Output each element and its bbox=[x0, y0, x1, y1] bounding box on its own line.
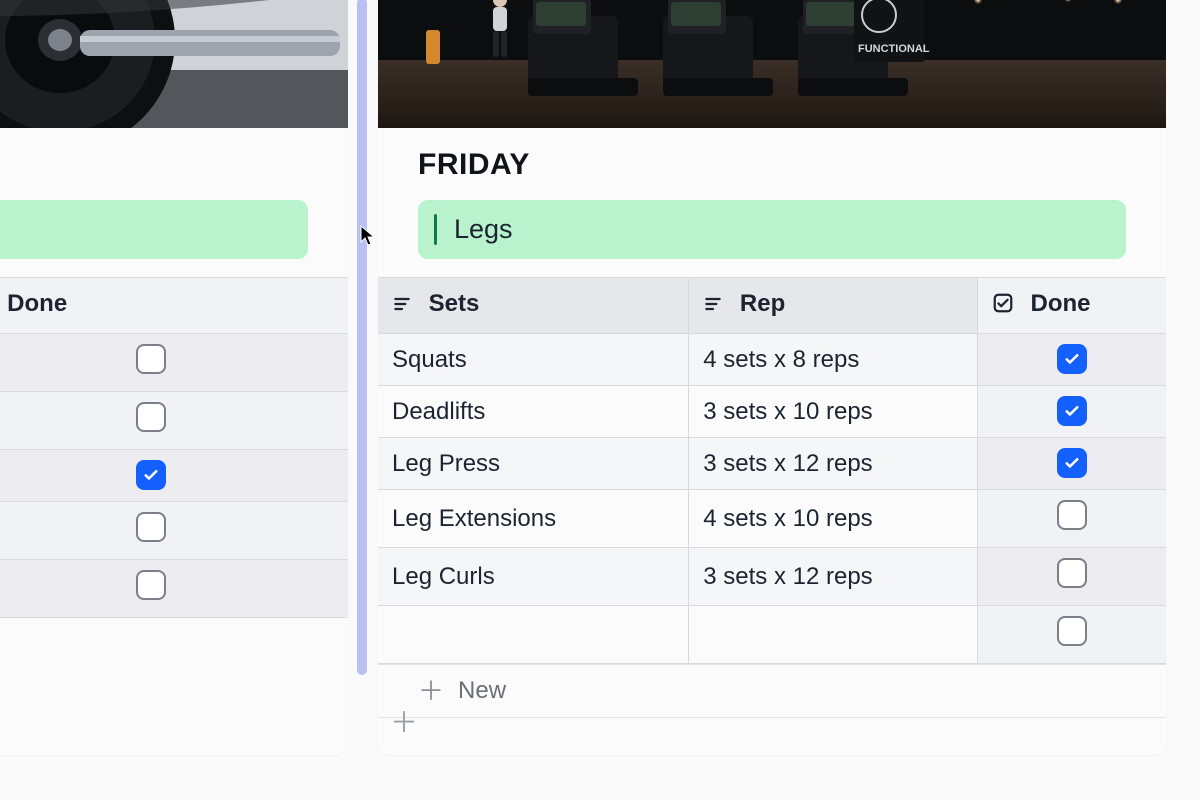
routine-pill[interactable] bbox=[0, 200, 308, 259]
done-checkbox[interactable] bbox=[136, 570, 166, 600]
done-checkbox[interactable] bbox=[1057, 500, 1087, 530]
column-header-label: Rep bbox=[740, 290, 785, 317]
workout-card-friday: FUNCTIONAL E N FRIDAY Legs bbox=[378, 0, 1166, 755]
exercise-table: Sets Rep Done Squ bbox=[378, 277, 1166, 664]
table-row[interactable]: x 12 reps bbox=[0, 560, 348, 618]
cell-done[interactable] bbox=[977, 490, 1166, 548]
cell-done[interactable] bbox=[977, 438, 1166, 490]
horizontal-board-scrollbar-thumb[interactable] bbox=[357, 0, 367, 675]
cell-done[interactable] bbox=[0, 560, 348, 618]
cell-sets[interactable]: Leg Press bbox=[378, 438, 689, 490]
done-checkbox[interactable] bbox=[136, 402, 166, 432]
column-header-label: Done bbox=[7, 290, 67, 317]
text-column-icon bbox=[703, 293, 723, 321]
cell-done[interactable] bbox=[977, 606, 1166, 664]
cell-sets[interactable]: Squats bbox=[378, 334, 689, 386]
day-title bbox=[0, 128, 348, 200]
cell-done[interactable] bbox=[977, 386, 1166, 438]
table-row[interactable]: Deadlifts3 sets x 10 reps bbox=[378, 386, 1166, 438]
cell-sets[interactable]: Leg Curls bbox=[378, 548, 689, 606]
cell-rep[interactable]: 3 sets x 12 reps bbox=[689, 438, 978, 490]
cell-sets[interactable] bbox=[378, 606, 689, 664]
column-header-label: Sets bbox=[429, 290, 480, 317]
table-row[interactable]: Leg Press3 sets x 12 reps bbox=[378, 438, 1166, 490]
cell-done[interactable] bbox=[977, 548, 1166, 606]
column-header-label: Done bbox=[1030, 290, 1090, 317]
column-header-done[interactable]: Done bbox=[0, 278, 348, 334]
table-row[interactable]: x 8 reps bbox=[0, 334, 348, 392]
checkbox-column-icon bbox=[992, 292, 1014, 321]
cell-rep[interactable]: 3 sets x 12 reps bbox=[689, 548, 978, 606]
cell-rep[interactable]: 3 sets x 10 reps bbox=[689, 386, 978, 438]
add-row-label: New bbox=[458, 677, 506, 705]
routine-name: Legs bbox=[454, 214, 513, 244]
column-header-sets[interactable]: Sets bbox=[378, 278, 689, 334]
table-row[interactable]: x 10 reps bbox=[0, 502, 348, 560]
cell-rep[interactable]: 4 sets x 8 reps bbox=[689, 334, 978, 386]
card-hero-image: FUNCTIONAL E N bbox=[378, 0, 1166, 128]
table-row[interactable]: Squats4 sets x 8 reps bbox=[378, 334, 1166, 386]
done-checkbox[interactable] bbox=[1057, 448, 1087, 478]
text-caret bbox=[434, 214, 437, 245]
done-checkbox[interactable] bbox=[136, 344, 166, 374]
exercise-table: p Done x 8 repsx 10 repsx 12 repsx 10 re… bbox=[0, 277, 348, 618]
workout-card-previous: p Done x 8 repsx 10 repsx 12 repsx 10 re… bbox=[0, 0, 348, 755]
day-title: FRIDAY bbox=[378, 128, 1166, 200]
cell-done[interactable] bbox=[977, 334, 1166, 386]
add-row-button[interactable]: ＋ New bbox=[378, 664, 1166, 718]
text-column-icon bbox=[392, 293, 412, 321]
routine-pill[interactable]: Legs bbox=[418, 200, 1126, 259]
done-checkbox[interactable] bbox=[136, 512, 166, 542]
plus-icon: ＋ bbox=[418, 678, 444, 704]
mouse-cursor-icon bbox=[360, 225, 376, 247]
table-row[interactable]: x 12 reps bbox=[0, 450, 348, 502]
add-block-button[interactable]: ＋ bbox=[390, 701, 418, 741]
table-row[interactable]: Leg Extensions4 sets x 10 reps bbox=[378, 490, 1166, 548]
table-row[interactable]: x 10 reps bbox=[0, 392, 348, 450]
cell-done[interactable] bbox=[0, 334, 348, 392]
cell-done[interactable] bbox=[0, 502, 348, 560]
table-row[interactable]: Leg Curls3 sets x 12 reps bbox=[378, 548, 1166, 606]
svg-text:E N: E N bbox=[1098, 0, 1166, 7]
done-checkbox[interactable] bbox=[1057, 344, 1087, 374]
cell-rep[interactable]: 4 sets x 10 reps bbox=[689, 490, 978, 548]
column-header-rep[interactable]: Rep bbox=[689, 278, 978, 334]
cell-done[interactable] bbox=[0, 392, 348, 450]
done-checkbox[interactable] bbox=[1057, 558, 1087, 588]
cell-sets[interactable]: Leg Extensions bbox=[378, 490, 689, 548]
cell-rep[interactable] bbox=[689, 606, 978, 664]
plus-icon: ＋ bbox=[390, 707, 418, 738]
card-hero-image bbox=[0, 0, 348, 128]
cell-sets[interactable]: Deadlifts bbox=[378, 386, 689, 438]
svg-text:FUNCTIONAL: FUNCTIONAL bbox=[858, 43, 930, 55]
done-checkbox[interactable] bbox=[1057, 616, 1087, 646]
cell-done[interactable] bbox=[0, 450, 348, 502]
done-checkbox[interactable] bbox=[136, 460, 166, 490]
done-checkbox[interactable] bbox=[1057, 396, 1087, 426]
table-row[interactable] bbox=[378, 606, 1166, 664]
column-header-done[interactable]: Done bbox=[977, 278, 1166, 334]
